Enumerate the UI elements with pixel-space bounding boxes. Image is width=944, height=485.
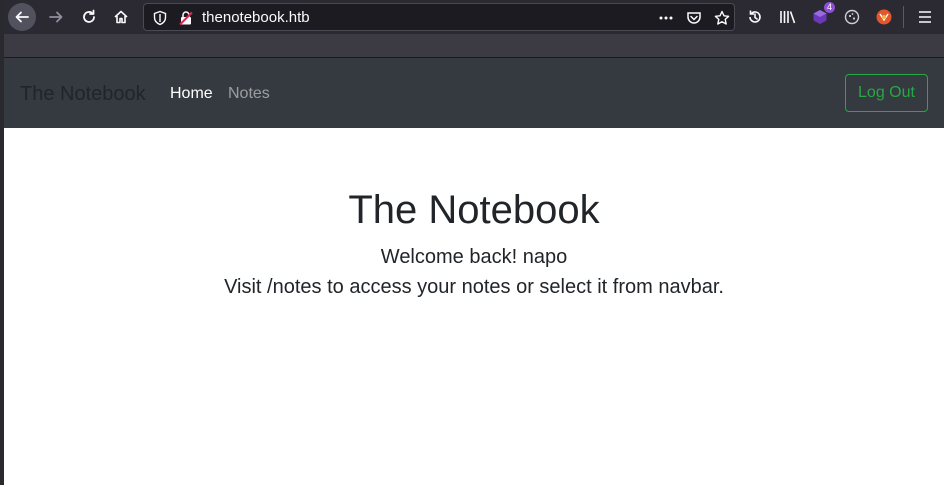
qr-extension-button[interactable] <box>838 3 866 31</box>
foxyproxy-button[interactable] <box>870 3 898 31</box>
logout-button[interactable]: Log Out <box>845 74 928 112</box>
browser-toolbar: thenotebook.htb 4 <box>4 0 944 34</box>
reload-button[interactable] <box>75 3 103 31</box>
history-button[interactable] <box>741 3 769 31</box>
home-icon <box>114 10 128 24</box>
arrow-left-icon <box>15 11 29 23</box>
toolbar-gap <box>4 34 944 58</box>
more-actions-icon[interactable] <box>658 10 674 26</box>
back-button[interactable] <box>8 3 36 31</box>
welcome-message: Welcome back! napo <box>380 246 568 268</box>
reload-icon <box>83 9 95 23</box>
nav-notes-link[interactable]: Notes <box>228 84 270 104</box>
page-title: The Notebook <box>348 188 600 232</box>
history-icon <box>749 10 761 23</box>
home-button[interactable] <box>107 3 135 31</box>
menu-button[interactable] <box>911 3 939 31</box>
library-icon <box>780 11 796 24</box>
instructions-text: Visit /notes to access your notes or sel… <box>224 276 724 298</box>
insecure-lock-icon[interactable] <box>178 10 194 26</box>
navbar-brand[interactable]: The Notebook <box>20 82 146 106</box>
main-content: The Notebook Welcome back! napo Visit /n… <box>4 128 944 485</box>
bookmark-star-icon[interactable] <box>714 10 730 26</box>
url-text[interactable]: thenotebook.htb <box>202 10 310 26</box>
site-navbar: The Notebook Home Notes Log Out <box>4 58 944 128</box>
toolbar-separator <box>903 6 904 28</box>
forward-button[interactable] <box>42 3 70 31</box>
nav-home-link[interactable]: Home <box>170 84 213 104</box>
hamburger-icon <box>919 11 931 23</box>
address-bar[interactable]: thenotebook.htb <box>143 3 735 31</box>
arrow-right-icon <box>49 11 63 23</box>
pocket-icon[interactable] <box>686 10 702 26</box>
extension-badge: 4 <box>824 2 836 13</box>
foxyproxy-icon <box>876 9 892 25</box>
shield-icon[interactable] <box>152 10 168 26</box>
library-button[interactable] <box>774 3 802 31</box>
cookie-extension-icon <box>844 9 860 25</box>
